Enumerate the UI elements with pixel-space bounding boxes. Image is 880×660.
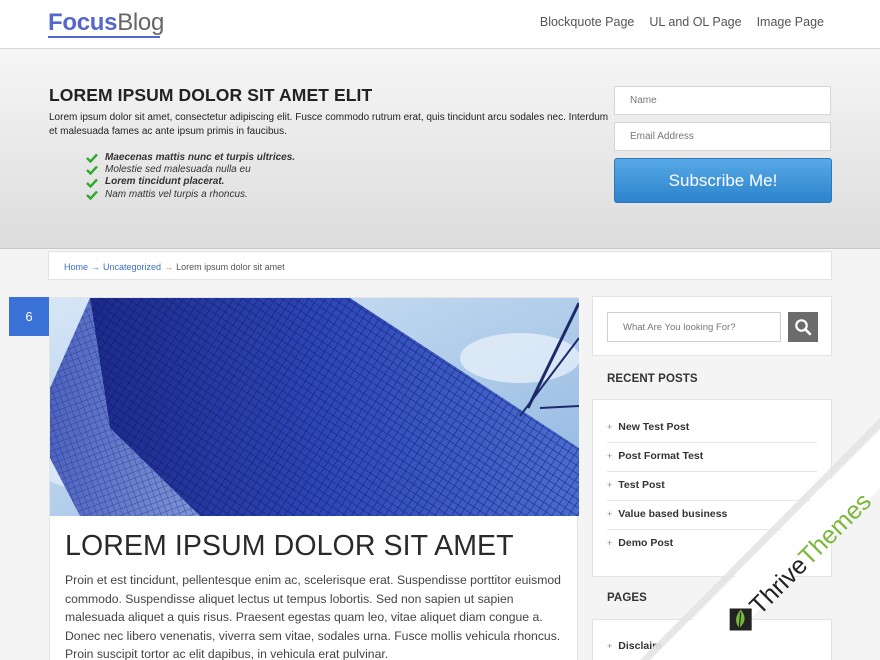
logo-part-focus: Focus (48, 9, 118, 36)
plus-icon: + (607, 641, 613, 651)
recent-post-label: Post Format Test (618, 450, 704, 462)
plus-icon: + (607, 451, 613, 461)
breadcrumb-current: Lorem ipsum dolor sit amet (176, 262, 285, 272)
arrow-right-icon: → (164, 262, 174, 272)
search-placeholder: What Are You looking For? (623, 322, 736, 333)
recent-post-label: Test Post (618, 479, 665, 491)
pages-widget: + Disclaim (592, 619, 832, 660)
page-item-label: Disclaim (618, 640, 662, 652)
breadcrumb-category-link[interactable]: Uncategorized (103, 262, 161, 272)
checklist-text: Maecenas mattis nunc et turpis ultrices. (105, 152, 296, 163)
main-nav: Blockquote Page UL and OL Page Image Pag… (540, 15, 824, 29)
subscribe-button[interactable]: Subscribe Me! (614, 158, 832, 203)
hero-title: LOREM IPSUM DOLOR SIT AMET ELIT (49, 85, 373, 105)
breadcrumb-home-link[interactable]: Home (64, 262, 88, 272)
search-widget: What Are You looking For? (592, 296, 832, 356)
post-excerpt: Proin et est tincidunt, pellentesque eni… (65, 573, 561, 660)
nav-item-ul-ol-page[interactable]: UL and OL Page (649, 15, 741, 29)
nav-item-blockquote-page[interactable]: Blockquote Page (540, 15, 635, 29)
recent-post-item[interactable]: + Value based business (607, 501, 817, 530)
post-card: LOREM IPSUM DOLOR SIT AMET Proin et est … (49, 297, 579, 660)
search-button[interactable] (788, 312, 818, 342)
checklist-text: Nam mattis vel turpis a rhoncus. (105, 188, 248, 200)
checklist-item: Nam mattis vel turpis a rhoncus. (86, 189, 295, 201)
hero-optin: LOREM IPSUM DOLOR SIT AMET ELIT Lorem ip… (0, 50, 880, 249)
hero-checklist: Maecenas mattis nunc et turpis ultrices.… (86, 152, 295, 201)
recent-post-item[interactable]: + New Test Post (607, 414, 817, 443)
logo-part-blog: Blog (117, 9, 165, 36)
check-icon (86, 153, 98, 164)
plus-icon: + (607, 422, 613, 432)
site-logo[interactable]: FocusBlog (48, 9, 164, 37)
recent-post-item[interactable]: + Test Post (607, 472, 817, 501)
name-placeholder: Name (630, 95, 657, 106)
comment-count-badge[interactable]: 6 (9, 297, 49, 336)
recent-post-item[interactable]: + Post Format Test (607, 443, 817, 472)
breadcrumb: Home → Uncategorized → Lorem ipsum dolor sit… (48, 251, 832, 280)
site-header: FocusBlog Blockquote Page UL and OL Page… (0, 0, 880, 49)
name-field[interactable]: Name (614, 86, 831, 115)
recent-post-label: Value based business (618, 508, 728, 520)
email-field[interactable]: Email Address (614, 122, 831, 151)
checklist-item: Lorem tincidunt placerat. (86, 176, 295, 188)
checklist-item: Molestie sed malesuada nulla eu (86, 164, 295, 176)
post-title[interactable]: LOREM IPSUM DOLOR SIT AMET (65, 530, 514, 563)
hero-text: Lorem ipsum dolor sit amet, consectetur … (49, 112, 609, 137)
page-item[interactable]: + Disclaim (607, 640, 661, 652)
recent-post-label: Demo Post (618, 537, 674, 549)
pages-heading: PAGES (607, 592, 647, 604)
recent-post-label: New Test Post (618, 421, 690, 433)
check-icon (86, 190, 98, 200)
nav-item-image-page[interactable]: Image Page (757, 15, 824, 29)
plus-icon: + (607, 538, 613, 548)
email-placeholder: Email Address (630, 131, 694, 142)
search-input[interactable]: What Are You looking For? (607, 312, 781, 342)
post-featured-image[interactable] (50, 298, 579, 516)
checklist-item: Maecenas mattis nunc et turpis ultrices. (86, 152, 295, 164)
checklist-text: Molestie sed malesuada nulla eu (105, 164, 251, 176)
recent-post-item[interactable]: + Demo Post (607, 530, 817, 559)
recent-posts-widget: + New Test Post + Post Format Test + Test P… (592, 399, 832, 577)
checklist-text: Lorem tincidunt placerat. (105, 176, 225, 188)
plus-icon: + (607, 509, 613, 519)
recent-posts-heading: RECENT POSTS (607, 373, 698, 385)
logo-underline (48, 36, 160, 38)
check-icon (86, 165, 98, 176)
search-icon (795, 319, 812, 336)
check-icon (86, 178, 98, 188)
arrow-right-icon: → (91, 262, 101, 272)
plus-icon: + (607, 480, 613, 490)
